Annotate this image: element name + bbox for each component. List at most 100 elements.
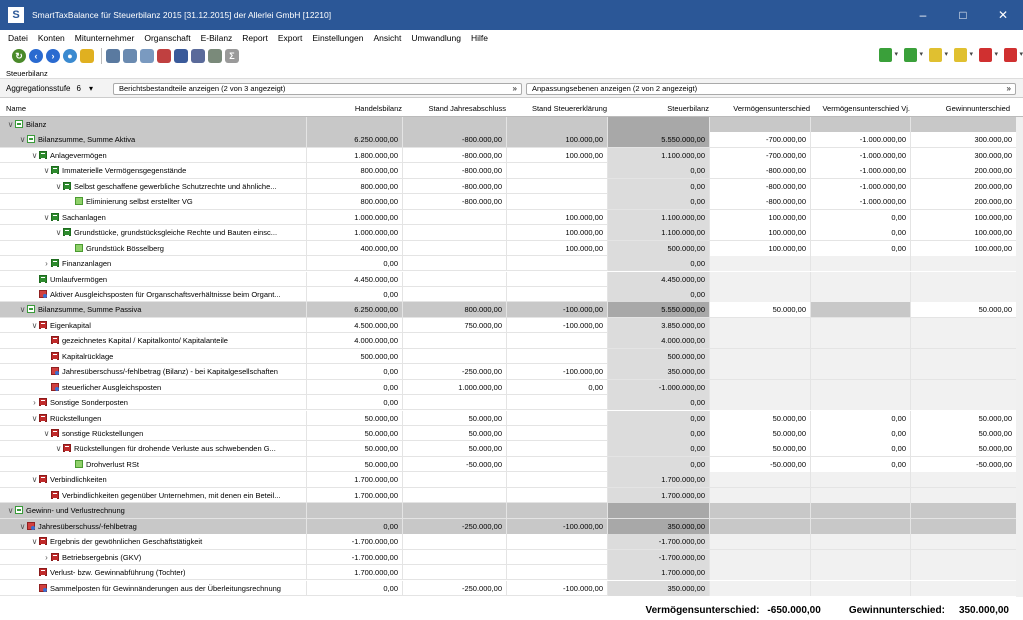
cell-gu[interactable]	[910, 286, 1016, 302]
green-cube-icon[interactable]	[904, 48, 923, 62]
collapse-chevron-icon[interactable]: ∨	[54, 441, 63, 456]
cell-sb[interactable]: 1.100.000,00	[607, 209, 709, 225]
table-row[interactable]: ∨ Grundstücke, grundstücksgleiche Rechte …	[0, 225, 1016, 241]
cell-sb[interactable]: 350.000,00	[607, 518, 709, 534]
cell-sb[interactable]: 1.700.000,00	[607, 565, 709, 581]
cell-vuvj[interactable]	[810, 379, 910, 395]
cell-vu[interactable]: 50.000,00	[709, 302, 810, 318]
menu-konten[interactable]: Konten	[38, 33, 65, 43]
cell-se[interactable]	[506, 426, 607, 441]
cell-sb[interactable]: 1.100.000,00	[607, 147, 709, 163]
cell-sb[interactable]: 0,00	[607, 426, 709, 441]
cell-vu[interactable]	[709, 395, 810, 411]
berichtsbestandteile-filter[interactable]: Berichtsbestandteile anzeigen (2 von 3 a…	[113, 83, 522, 95]
cell-sb[interactable]: 5.550.000,00	[607, 302, 709, 318]
cell-sj[interactable]	[402, 271, 506, 287]
cell-sb[interactable]: 350.000,00	[607, 364, 709, 380]
cell-hb[interactable]	[306, 503, 402, 519]
cell-se[interactable]	[506, 441, 607, 457]
cell-hb[interactable]: 50.000,00	[306, 441, 402, 457]
cell-sb[interactable]: -1.000.000,00	[607, 379, 709, 395]
collapse-chevron-icon[interactable]: ∨	[30, 318, 39, 333]
cell-vuvj[interactable]	[810, 472, 910, 488]
cell-vu[interactable]: -800.000,00	[709, 163, 810, 179]
cell-gu[interactable]	[910, 333, 1016, 349]
cell-sb[interactable]: 1.700.000,00	[607, 487, 709, 503]
close-button[interactable]: ✕	[983, 0, 1023, 30]
column-header-name[interactable]: Name	[6, 104, 26, 113]
formula-icon[interactable]: Σ	[225, 49, 239, 63]
cell-sb[interactable]: 350.000,00	[607, 580, 709, 596]
cell-sb[interactable]: 5.550.000,00	[607, 132, 709, 148]
table-row[interactable]: Umlaufvermögen 4.450.000,00 4.450.000,00	[0, 271, 1016, 287]
cell-gu[interactable]	[910, 549, 1016, 565]
table-row[interactable]: ∨ Bilanz	[0, 117, 1016, 133]
cell-se[interactable]	[506, 395, 607, 411]
column-header-handelsbilanz[interactable]: Handelsbilanz	[306, 104, 402, 113]
aggregation-value[interactable]: 6	[77, 84, 81, 93]
cell-hb[interactable]: 50.000,00	[306, 410, 402, 426]
cell-sb[interactable]	[607, 503, 709, 519]
cell-hb[interactable]: 0,00	[306, 518, 402, 534]
cell-vu[interactable]: 100.000,00	[709, 240, 810, 256]
cell-gu[interactable]: 50.000,00	[910, 441, 1016, 457]
cell-sj[interactable]: 1.000.000,00	[402, 379, 506, 395]
table-row[interactable]: ∨ Ergebnis der gewöhnlichen Geschäftstäti…	[0, 534, 1016, 550]
cell-hb[interactable]	[306, 117, 402, 132]
aggregation-dropdown-icon[interactable]: ▾	[89, 84, 93, 93]
print-preview-icon[interactable]	[123, 49, 137, 63]
cell-hb[interactable]: 1.700.000,00	[306, 565, 402, 581]
table-row[interactable]: Drohverlust RSt 50.000,00 -50.000,00 0,00 -5…	[0, 456, 1016, 473]
yellow-cube-icon[interactable]	[929, 48, 948, 62]
cell-sj[interactable]: 50.000,00	[402, 426, 506, 441]
cell-gu[interactable]: 50.000,00	[910, 426, 1016, 441]
menu-einstellungen[interactable]: Einstellungen	[312, 33, 363, 43]
cell-gu[interactable]	[910, 395, 1016, 411]
cell-sj[interactable]	[402, 209, 506, 225]
cell-vuvj[interactable]	[810, 333, 910, 349]
cell-sj[interactable]: -50.000,00	[402, 456, 506, 472]
table-row[interactable]: Verbindlichkeiten gegenüber Unternehmen,…	[0, 487, 1016, 504]
table-row[interactable]: ∨ Rückstellungen 50.000,00 50.000,00 0,00 50.…	[0, 410, 1016, 426]
cell-vu[interactable]	[709, 580, 810, 596]
cell-hb[interactable]: 6.250.000,00	[306, 302, 402, 318]
cell-hb[interactable]: 500.000,00	[306, 348, 402, 364]
cell-vu[interactable]: 100.000,00	[709, 209, 810, 225]
cell-se[interactable]	[506, 456, 607, 472]
cell-hb[interactable]: -1.700.000,00	[306, 534, 402, 550]
menu-umwandlung[interactable]: Umwandlung	[411, 33, 461, 43]
cell-sj[interactable]	[402, 333, 506, 349]
cell-vu[interactable]	[709, 117, 810, 132]
cell-vuvj[interactable]	[810, 117, 910, 132]
cell-vu[interactable]	[709, 364, 810, 380]
cell-vu[interactable]	[709, 565, 810, 581]
cell-vuvj[interactable]: 0,00	[810, 209, 910, 225]
cell-se[interactable]: 100.000,00	[506, 132, 607, 148]
cell-vuvj[interactable]: 0,00	[810, 240, 910, 256]
cell-vuvj[interactable]	[810, 534, 910, 550]
table-row[interactable]: steuerlicher Ausgleichsposten 0,00 1.000.0…	[0, 379, 1016, 396]
cell-gu[interactable]: 300.000,00	[910, 132, 1016, 148]
book-icon[interactable]	[174, 49, 188, 63]
expand-chevron-icon[interactable]: ›	[30, 395, 39, 410]
forward-icon[interactable]: ›	[46, 49, 60, 63]
cell-vu[interactable]: -700.000,00	[709, 147, 810, 163]
cell-vuvj[interactable]	[810, 271, 910, 287]
cell-hb[interactable]: 4.450.000,00	[306, 271, 402, 287]
cell-hb[interactable]: 0,00	[306, 364, 402, 380]
cell-sb[interactable]: 4.450.000,00	[607, 271, 709, 287]
cell-vu[interactable]	[709, 379, 810, 395]
cell-vuvj[interactable]: -1.000.000,00	[810, 178, 910, 194]
cell-se[interactable]	[506, 565, 607, 581]
cell-sj[interactable]: 50.000,00	[402, 410, 506, 426]
cell-hb[interactable]: 0,00	[306, 256, 402, 272]
cell-sb[interactable]: 1.100.000,00	[607, 225, 709, 241]
cell-vuvj[interactable]	[810, 503, 910, 519]
cell-vuvj[interactable]	[810, 286, 910, 302]
cell-sb[interactable]: 0,00	[607, 441, 709, 457]
cell-hb[interactable]: 50.000,00	[306, 456, 402, 472]
cell-gu[interactable]	[910, 580, 1016, 596]
anpassungsebenen-filter[interactable]: Anpassungsebenen anzeigen (2 von 2 angez…	[526, 83, 1016, 95]
cell-sj[interactable]: -800.000,00	[402, 178, 506, 194]
table-row[interactable]: Verlust- bzw. Gewinnabführung (Tochter) 1…	[0, 565, 1016, 581]
